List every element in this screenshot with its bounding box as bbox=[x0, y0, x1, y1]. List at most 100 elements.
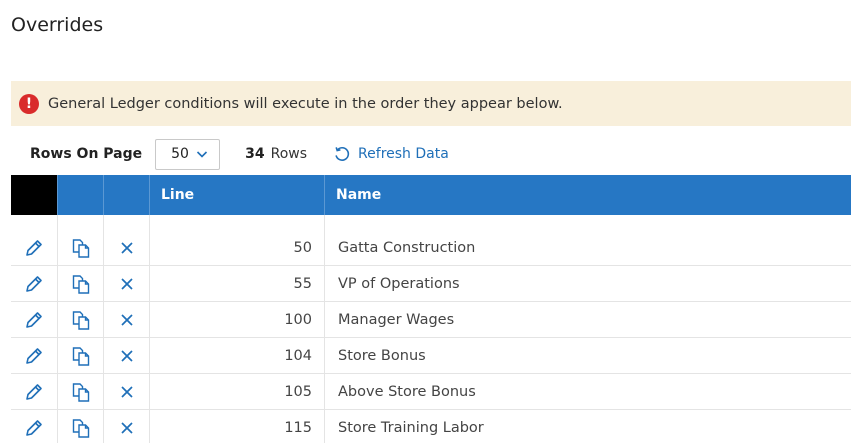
edit-cell bbox=[11, 338, 58, 373]
copy-icon bbox=[72, 346, 89, 366]
name-cell: Store Training Labor bbox=[325, 410, 851, 443]
name-cell: Manager Wages bbox=[325, 302, 851, 337]
line-cell: 55 bbox=[150, 266, 325, 301]
delete-cell bbox=[104, 338, 150, 373]
edit-cell bbox=[11, 266, 58, 301]
edit-cell bbox=[11, 230, 58, 265]
edit-cell bbox=[11, 302, 58, 337]
copy-icon bbox=[72, 274, 89, 294]
copy-button[interactable] bbox=[70, 417, 92, 439]
copy-icon bbox=[72, 382, 89, 402]
copy-button[interactable] bbox=[70, 381, 92, 403]
edit-button[interactable] bbox=[23, 237, 45, 259]
delete-cell bbox=[104, 230, 150, 265]
close-icon bbox=[120, 277, 133, 290]
row-count: 34 Rows bbox=[245, 146, 307, 162]
info-alert: ! General Ledger conditions will execute… bbox=[11, 81, 851, 126]
row-count-label: Rows bbox=[270, 146, 308, 162]
edit-cell bbox=[11, 374, 58, 409]
filter-cell bbox=[150, 215, 325, 230]
delete-button[interactable] bbox=[116, 345, 138, 367]
line-cell: 100 bbox=[150, 302, 325, 337]
grid-toolbar: Rows On Page 50 34 Rows Refresh Data bbox=[30, 138, 449, 170]
table-row: 50 Gatta Construction bbox=[11, 230, 851, 266]
line-value: 104 bbox=[284, 347, 312, 364]
pencil-icon bbox=[26, 347, 42, 364]
close-icon bbox=[120, 385, 133, 398]
delete-cell bbox=[104, 302, 150, 337]
copy-icon bbox=[72, 310, 89, 330]
table-row: 100 Manager Wages bbox=[11, 302, 851, 338]
name-value: Store Bonus bbox=[338, 347, 426, 364]
pencil-icon bbox=[26, 311, 42, 328]
copy-cell bbox=[58, 338, 104, 373]
table-row: 104 Store Bonus bbox=[11, 338, 851, 374]
close-icon bbox=[120, 421, 133, 434]
refresh-icon bbox=[335, 146, 350, 161]
delete-cell bbox=[104, 374, 150, 409]
filter-cell bbox=[11, 215, 58, 230]
refresh-data-button[interactable]: Refresh Data bbox=[333, 145, 449, 163]
alert-text: General Ledger conditions will execute i… bbox=[48, 95, 563, 112]
chevron-down-icon bbox=[196, 151, 208, 158]
rows-on-page-label: Rows On Page bbox=[30, 146, 143, 162]
grid-header: Line Name bbox=[11, 175, 851, 215]
filter-cell bbox=[104, 215, 150, 230]
line-cell: 50 bbox=[150, 230, 325, 265]
edit-cell bbox=[11, 410, 58, 443]
grid-body: 50 Gatta Construction 55 VP of Operation… bbox=[11, 230, 851, 443]
close-icon bbox=[120, 313, 133, 326]
copy-button[interactable] bbox=[70, 273, 92, 295]
delete-button[interactable] bbox=[116, 417, 138, 439]
line-cell: 105 bbox=[150, 374, 325, 409]
filter-row bbox=[11, 215, 851, 230]
name-value: VP of Operations bbox=[338, 275, 460, 292]
name-cell: Gatta Construction bbox=[325, 230, 851, 265]
filter-cell bbox=[325, 215, 851, 230]
copy-button[interactable] bbox=[70, 237, 92, 259]
edit-button[interactable] bbox=[23, 273, 45, 295]
line-value: 115 bbox=[284, 419, 312, 436]
copy-cell bbox=[58, 374, 104, 409]
copy-cell bbox=[58, 266, 104, 301]
copy-button[interactable] bbox=[70, 345, 92, 367]
name-value: Manager Wages bbox=[338, 311, 455, 328]
rows-on-page-select[interactable]: 50 bbox=[155, 138, 221, 170]
pencil-icon bbox=[26, 383, 42, 400]
name-value: Above Store Bonus bbox=[338, 383, 476, 400]
delete-button[interactable] bbox=[116, 381, 138, 403]
header-cell-name[interactable]: Name bbox=[325, 175, 851, 215]
delete-button[interactable] bbox=[116, 309, 138, 331]
overrides-grid: Line Name 50 Gatta Construction 55 VP of… bbox=[11, 175, 851, 443]
table-row: 105 Above Store Bonus bbox=[11, 374, 851, 410]
line-value: 50 bbox=[293, 239, 312, 256]
page-title: Overrides bbox=[11, 14, 104, 36]
edit-button[interactable] bbox=[23, 417, 45, 439]
edit-button[interactable] bbox=[23, 345, 45, 367]
copy-icon bbox=[72, 238, 89, 258]
edit-button[interactable] bbox=[23, 309, 45, 331]
line-value: 55 bbox=[293, 275, 312, 292]
copy-icon bbox=[72, 418, 89, 438]
copy-cell bbox=[58, 230, 104, 265]
delete-button[interactable] bbox=[116, 237, 138, 259]
delete-button[interactable] bbox=[116, 273, 138, 295]
header-cell-line[interactable]: Line bbox=[150, 175, 325, 215]
copy-button[interactable] bbox=[70, 309, 92, 331]
pencil-icon bbox=[26, 275, 42, 292]
copy-cell bbox=[58, 410, 104, 443]
close-icon bbox=[120, 241, 133, 254]
table-row: 115 Store Training Labor bbox=[11, 410, 851, 443]
copy-cell bbox=[58, 302, 104, 337]
exclamation-circle-icon: ! bbox=[19, 93, 39, 114]
pencil-icon bbox=[26, 239, 42, 256]
header-cell-select bbox=[11, 175, 58, 215]
line-cell: 115 bbox=[150, 410, 325, 443]
line-value: 105 bbox=[284, 383, 312, 400]
refresh-data-label: Refresh Data bbox=[358, 146, 449, 162]
filter-cell bbox=[58, 215, 104, 230]
edit-button[interactable] bbox=[23, 381, 45, 403]
close-icon bbox=[120, 349, 133, 362]
pencil-icon bbox=[26, 419, 42, 436]
name-value: Gatta Construction bbox=[338, 239, 476, 256]
